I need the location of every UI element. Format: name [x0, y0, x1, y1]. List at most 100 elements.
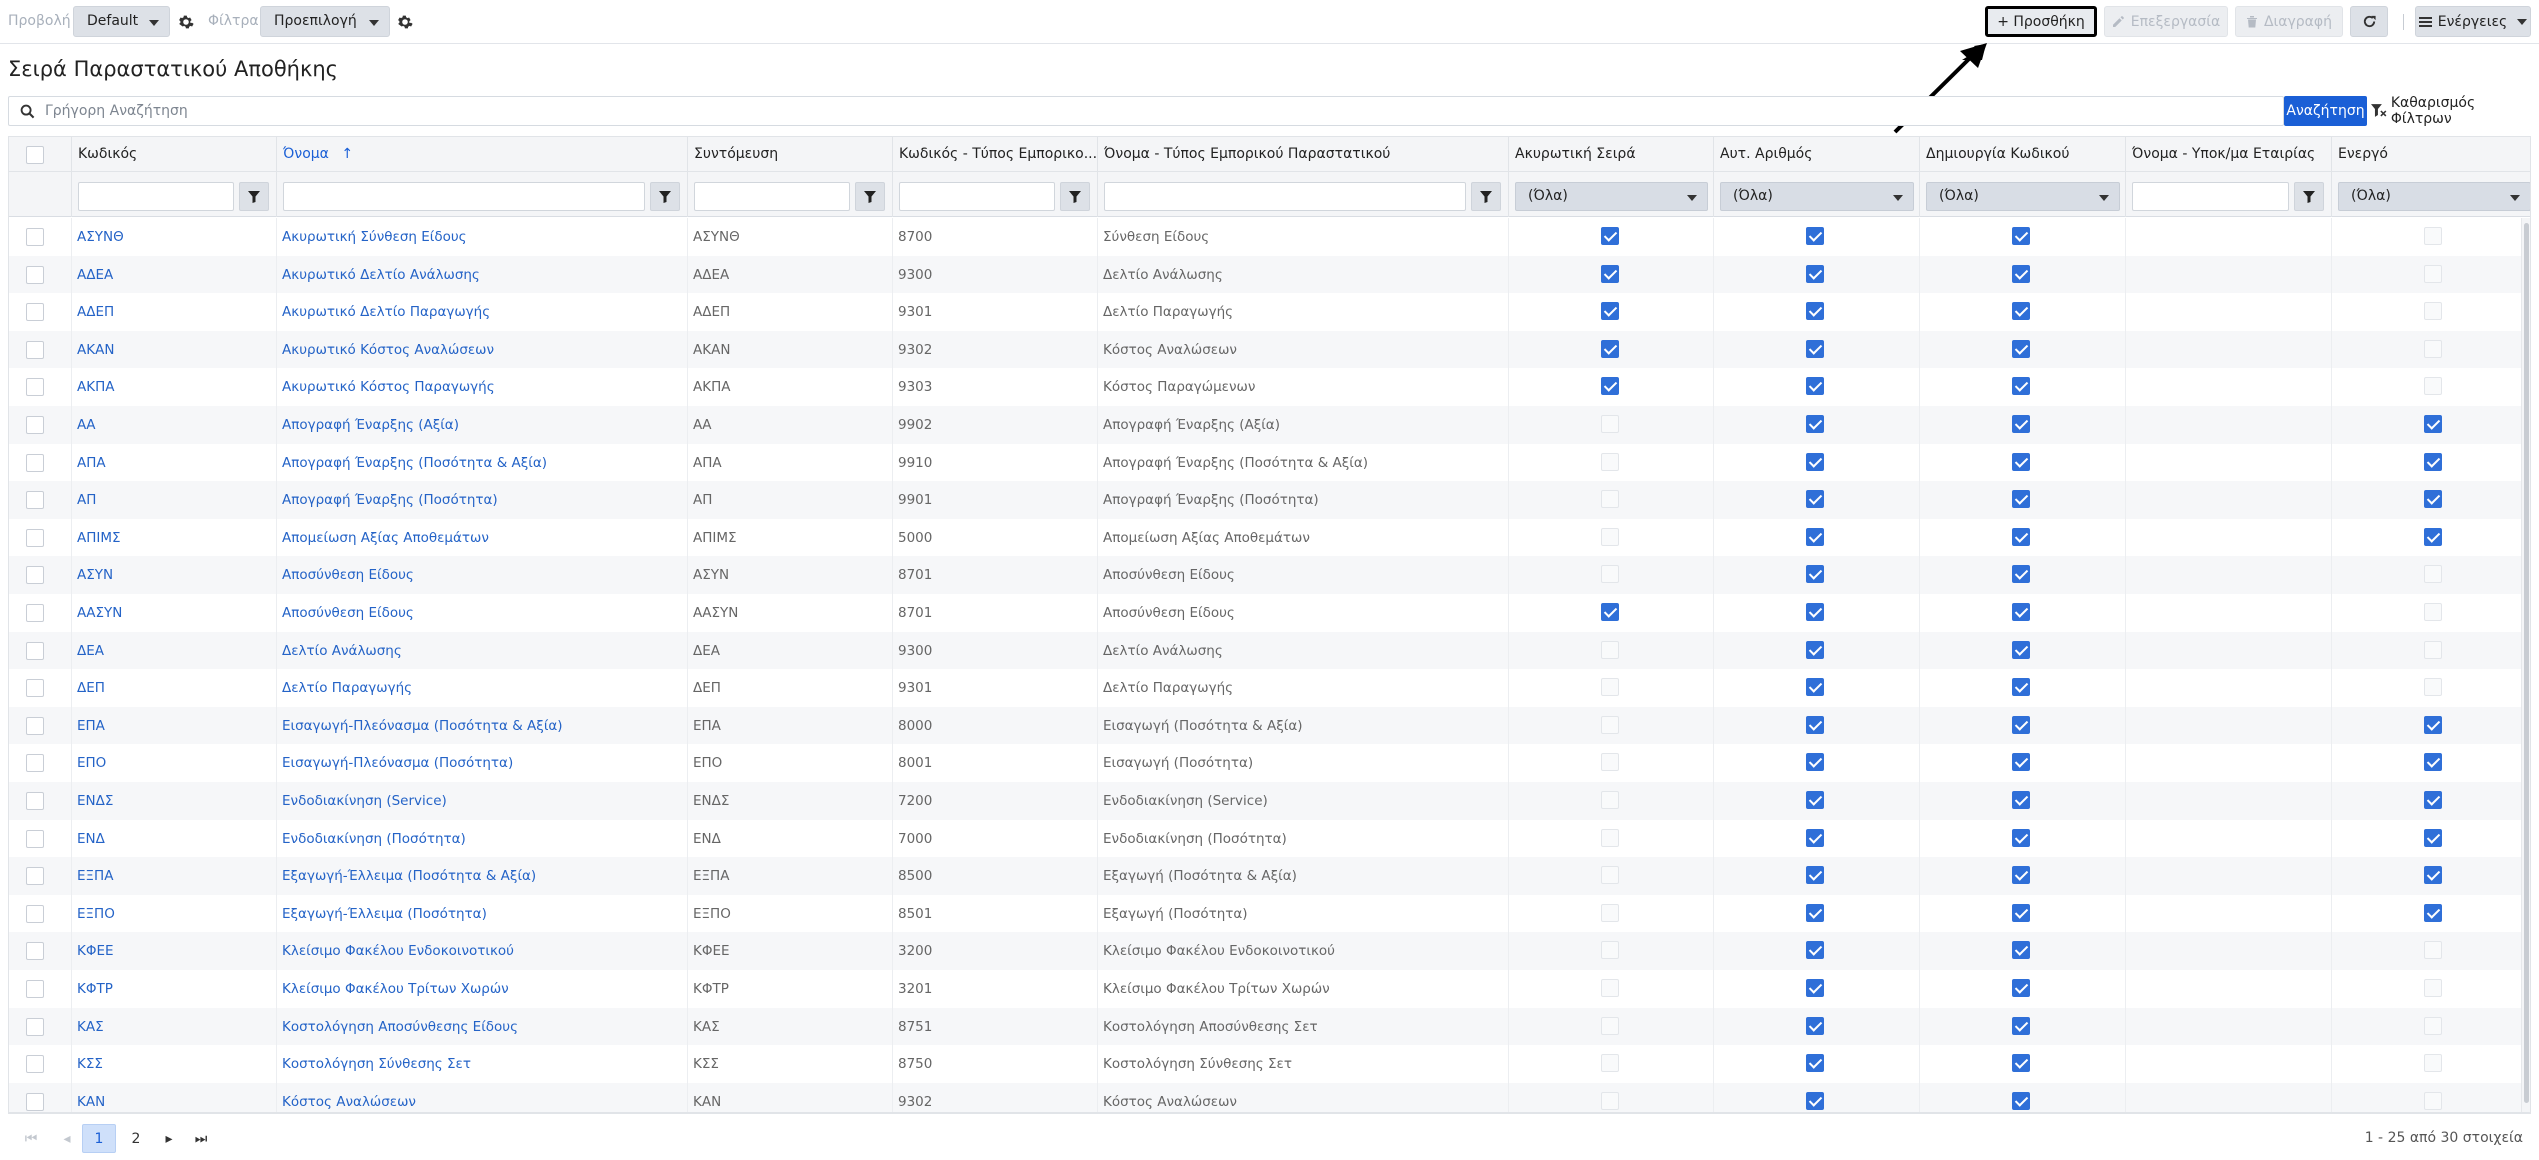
link-code[interactable]: ΚΦΕΕ: [77, 943, 114, 959]
row-select-checkbox[interactable]: [26, 792, 44, 810]
link-code[interactable]: ΕΝΔΣ: [77, 793, 113, 809]
link-name[interactable]: Ακυρωτικό Κόστος Παραγωγής: [282, 379, 495, 395]
search-button[interactable]: Αναζήτηση: [2284, 96, 2367, 126]
link-name[interactable]: Ακυρωτικό Δελτίο Παραγωγής: [282, 304, 490, 320]
link-code[interactable]: ΑΔΕΠ: [77, 304, 114, 320]
link-name[interactable]: Κοστολόγηση Αποσύνθεσης Είδους: [282, 1019, 518, 1035]
row-select-checkbox[interactable]: [26, 1092, 44, 1111]
row-select-checkbox[interactable]: [26, 453, 44, 472]
row-select-checkbox[interactable]: [26, 1017, 44, 1036]
link-code[interactable]: ΕΠΑ: [77, 718, 105, 734]
table-row[interactable]: ΕΝΔΣ Ενδοδιακίνηση (Service) ΕΝΔΣ 7200 Ενδοδ…: [9, 782, 2521, 820]
filter-input-type-name[interactable]: [1104, 182, 1466, 211]
filter-funnel-icon[interactable]: [650, 182, 680, 211]
link-code[interactable]: ΕΠΟ: [77, 755, 106, 771]
column-header-type-name[interactable]: Όνομα - Τύπος Εμπορικού Παραστατικού: [1097, 137, 1508, 172]
table-row[interactable]: ΔΕΠ Δελτίο Παραγωγής ΔΕΠ 9301 Δελτίο Παραγωγ…: [9, 669, 2521, 707]
scrollbar-thumb[interactable]: [2524, 223, 2529, 1103]
link-name[interactable]: Απογραφή Έναρξης (Αξία): [282, 417, 459, 433]
row-select-checkbox[interactable]: [26, 228, 44, 246]
filter-dropdown-active[interactable]: (Όλα): [2338, 182, 2530, 211]
row-select-checkbox[interactable]: [26, 829, 44, 848]
link-code[interactable]: ΑΣΥΝΘ: [77, 229, 124, 245]
row-select-checkbox[interactable]: [26, 566, 44, 585]
table-row[interactable]: ΑΚΑΝ Ακυρωτικό Κόστος Αναλώσεων ΑΚΑΝ 9302 Κό…: [9, 330, 2521, 369]
table-row[interactable]: ΑΠ Απογραφή Έναρξης (Ποσότητα) ΑΠ 9901 Απογρ…: [9, 481, 2521, 519]
quick-search-box[interactable]: [8, 96, 2284, 126]
table-row[interactable]: ΑΔΕΑ Ακυρωτικό Δελτίο Ανάλωσης ΑΔΕΑ 9300 Δελ…: [9, 255, 2521, 294]
column-header-active[interactable]: Ενεργό: [2331, 137, 2530, 172]
delete-button[interactable]: Διαγραφή: [2235, 6, 2343, 37]
table-row[interactable]: ΚΦΤΡ Κλείσιμο Φακέλου Τρίτων Χωρών ΚΦΤΡ 320…: [9, 970, 2521, 1008]
link-code[interactable]: ΚΑΣ: [77, 1019, 104, 1035]
filter-input-name[interactable]: [283, 182, 645, 211]
table-row[interactable]: ΑΠΙΜΣ Απομείωση Αξίας Αποθεμάτων ΑΠΙΜΣ 5000…: [9, 518, 2521, 557]
column-header-cancel-series[interactable]: Ακυρωτική Σειρά: [1508, 137, 1713, 172]
link-code[interactable]: ΑΠ: [77, 492, 96, 508]
row-select-checkbox[interactable]: [26, 604, 44, 622]
link-name[interactable]: Εισαγωγή-Πλεόνασμα (Ποσότητα): [282, 755, 513, 771]
filter-funnel-icon[interactable]: [855, 182, 885, 211]
column-header-create-code[interactable]: Δημιουργία Κωδικού: [1919, 137, 2125, 172]
link-code[interactable]: ΑΑ: [77, 417, 95, 433]
add-button[interactable]: + Προσθήκη: [1985, 6, 2097, 37]
filter-dropdown-auto-number[interactable]: (Όλα): [1720, 182, 1914, 211]
filter-funnel-icon[interactable]: [1060, 182, 1090, 211]
link-code[interactable]: ΚΑΝ: [77, 1094, 105, 1110]
select-all-checkbox[interactable]: [26, 146, 44, 164]
table-row[interactable]: ΑΣΥΝ Αποσύνθεση Είδους ΑΣΥΝ 8701 Αποσύνθεση …: [9, 556, 2521, 594]
link-code[interactable]: ΑΣΥΝ: [77, 567, 113, 583]
filter-funnel-icon[interactable]: [239, 182, 269, 211]
actions-menu-button[interactable]: Ενέργειες: [2415, 6, 2531, 37]
link-name[interactable]: Ακυρωτικό Δελτίο Ανάλωσης: [282, 267, 480, 283]
link-name[interactable]: Κοστολόγηση Σύνθεσης Σετ: [282, 1056, 471, 1072]
link-name[interactable]: Ακυρωτική Σύνθεση Είδους: [282, 229, 467, 245]
row-select-checkbox[interactable]: [26, 1055, 44, 1074]
row-select-checkbox[interactable]: [26, 265, 44, 284]
edit-button[interactable]: Επεξεργασία: [2104, 6, 2228, 37]
filter-input-shortcut[interactable]: [694, 182, 850, 211]
table-row[interactable]: ΕΠΟ Εισαγωγή-Πλεόνασμα (Ποσότητα) ΕΠΟ 8001 Ε…: [9, 744, 2521, 782]
page-2-button[interactable]: 2: [119, 1124, 153, 1153]
filter-input-type-code[interactable]: [899, 182, 1055, 211]
row-select-checkbox[interactable]: [26, 942, 44, 961]
table-row[interactable]: ΕΞΠΟ Εξαγωγή-Έλλειμα (Ποσότητα) ΕΞΠΟ 8501 Εξ…: [9, 894, 2521, 933]
link-code[interactable]: ΔΕΑ: [77, 643, 104, 659]
link-name[interactable]: Κόστος Αναλώσεων: [282, 1094, 416, 1110]
link-name[interactable]: Αποσύνθεση Είδους: [282, 605, 414, 621]
row-select-checkbox[interactable]: [26, 416, 44, 434]
table-row[interactable]: ΑΠΑ Απογραφή Έναρξης (Ποσότητα & Αξία) ΑΠΑ…: [9, 443, 2521, 482]
column-header-name[interactable]: Όνομα ↑: [276, 137, 687, 172]
link-name[interactable]: Ενδοδιακίνηση (Service): [282, 793, 447, 809]
filter-funnel-icon[interactable]: [2294, 182, 2324, 211]
page-1-button[interactable]: 1: [82, 1124, 116, 1153]
link-code[interactable]: ΑΔΕΑ: [77, 267, 113, 283]
table-row[interactable]: ΔΕΑ Δελτίο Ανάλωσης ΔΕΑ 9300 Δελτίο Ανάλωσης: [9, 631, 2521, 670]
link-code[interactable]: ΕΝΔ: [77, 831, 105, 847]
filters-select[interactable]: Προεπιλογή: [260, 6, 390, 37]
link-name[interactable]: Απογραφή Έναρξης (Ποσότητα & Αξία): [282, 455, 547, 471]
filters-settings-gear-icon[interactable]: [393, 6, 417, 37]
link-code[interactable]: ΑΑΣΥΝ: [77, 605, 122, 621]
column-header-auto-number[interactable]: Αυτ. Αριθμός: [1713, 137, 1919, 172]
table-row[interactable]: ΕΠΑ Εισαγωγή-Πλεόνασμα (Ποσότητα & Αξία) Ε…: [9, 706, 2521, 745]
column-header-shortcut[interactable]: Συντόμευση: [687, 137, 892, 172]
row-select-checkbox[interactable]: [26, 867, 44, 886]
last-page-icon[interactable]: ⏭: [186, 1124, 216, 1153]
link-name[interactable]: Δελτίο Παραγωγής: [282, 680, 412, 696]
link-code[interactable]: ΚΦΤΡ: [77, 981, 113, 997]
prev-page-icon[interactable]: ◂: [52, 1124, 82, 1153]
link-name[interactable]: Απογραφή Έναρξης (Ποσότητα): [282, 492, 498, 508]
link-code[interactable]: ΚΣΣ: [77, 1056, 103, 1072]
link-name[interactable]: Εισαγωγή-Πλεόνασμα (Ποσότητα & Αξία): [282, 718, 563, 734]
filter-funnel-icon[interactable]: [1471, 182, 1501, 211]
table-row[interactable]: ΚΦΕΕ Κλείσιμο Φακέλου Ενδοκοινοτικού ΚΦΕΕ 3…: [9, 932, 2521, 970]
table-row[interactable]: ΑΑΣΥΝ Αποσύνθεση Είδους ΑΑΣΥΝ 8701 Αποσύνθεσ…: [9, 594, 2521, 632]
filter-input-code[interactable]: [78, 182, 234, 211]
row-select-checkbox[interactable]: [26, 641, 44, 660]
next-page-icon[interactable]: ▸: [154, 1124, 184, 1153]
row-select-checkbox[interactable]: [26, 528, 44, 547]
clear-filters-button[interactable]: Καθαρισμός Φίλτρων: [2371, 95, 2539, 127]
table-row[interactable]: ΑΚΠΑ Ακυρωτικό Κόστος Παραγωγής ΑΚΠΑ 9303 Κό…: [9, 368, 2521, 406]
vertical-scrollbar[interactable]: [2521, 218, 2530, 1112]
